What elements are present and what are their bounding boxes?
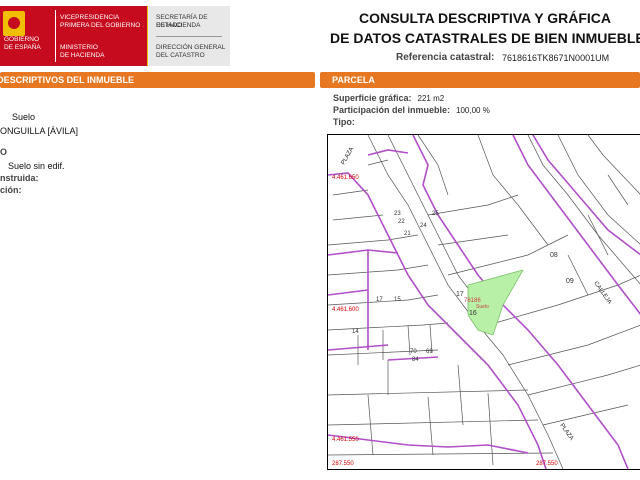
parcel-number: 25 <box>432 211 439 217</box>
parcel-type-label: Suelo <box>476 304 489 310</box>
coat-of-arms-icon <box>3 11 25 36</box>
ref-catastral-value: 7618616TK8671N0001UM <box>502 53 610 63</box>
logo-ministry-line2: DE HACIENDA <box>60 52 105 59</box>
logo-grey-divider <box>156 36 222 37</box>
participacion-row: Participación del inmueble: 100,00 % <box>333 105 490 115</box>
localizacion-value: ONGUILLA [ÁVILA] <box>0 126 79 136</box>
logo-divider <box>55 10 56 62</box>
logo-vp-line1: VICEPRESIDENCIA <box>60 14 120 21</box>
parcel-number: 08 <box>550 252 558 259</box>
superficie-grafica-value: 221 m2 <box>417 94 445 103</box>
parcel-number: 17 <box>376 297 383 303</box>
tipo-label: Tipo: <box>333 117 355 127</box>
parcel-number: 14 <box>352 329 359 335</box>
coord-label: 4.461.600 <box>332 307 359 313</box>
parcel-number: 69 <box>426 349 433 355</box>
participacion-value: 100,00 % <box>456 106 490 115</box>
map-coordinate-labels: 4.461.650 4.461.600 4.461.550 287.550 28… <box>332 175 558 467</box>
ref-catastral-label: Referencia catastral: <box>396 52 495 63</box>
participacion-label: Participación del inmueble: <box>333 105 451 115</box>
descriptive-data-section-label: DATOS DESCRIPTIVOS DEL INMUEBLE <box>0 75 135 85</box>
logo-country-line2: DE ESPAÑA <box>4 44 41 51</box>
logo-ministry-line1: MINISTERIO <box>60 44 98 51</box>
uso-value: Suelo sin edif. <box>8 161 65 171</box>
logo-directorate-line2: DEL CATASTRO <box>156 52 205 59</box>
parcel-number: 22 <box>398 219 405 225</box>
street-label: PLAZA <box>341 147 356 166</box>
clase-value: Suelo <box>12 112 36 122</box>
superficie-grafica-label: Superficie gráfica: <box>333 93 412 103</box>
document-title-line2: DE DATOS CATASTRALES DE BIEN INMUEBLE <box>330 30 640 46</box>
descriptive-data-section-title: DATOS DESCRIPTIVOS DEL INMUEBLE <box>0 72 315 88</box>
logo-country-line1: GOBIERNO <box>4 36 40 43</box>
logo-directorate-line1: DIRECCIÓN GENERAL <box>156 44 226 51</box>
superficie-construida-label: nstruida: <box>0 173 39 183</box>
street-label: CALLEJA <box>592 281 612 306</box>
logo-red-block: GOBIERNO DE ESPAÑA VICEPRESIDENCIA PRIME… <box>0 6 147 66</box>
logo-secretary-line2: DE HACIENDA <box>156 22 201 29</box>
parcel-number: 09 <box>566 278 574 285</box>
street-label: PLAZA <box>558 423 574 442</box>
logo-vp-line2: PRIMERA DEL GOBIERNO <box>60 22 141 29</box>
superficie-grafica-row: Superficie gráfica: 221 m2 <box>333 93 444 103</box>
document-title-line1: CONSULTA DESCRIPTIVA Y GRÁFICA <box>358 10 611 26</box>
cadastral-map-svg: 4.461.650 4.461.600 4.461.550 287.550 28… <box>328 135 640 469</box>
document-title: CONSULTA DESCRIPTIVA Y GRÁFICA DE DATOS … <box>330 8 640 48</box>
uso-heading: O <box>0 147 8 157</box>
coord-label: 287.550 <box>332 461 354 467</box>
coord-label: 4.461.550 <box>332 437 359 443</box>
parcel-number: 84 <box>412 357 419 363</box>
tipo-row: Tipo: <box>333 117 361 127</box>
parcel-number: 24 <box>420 223 427 229</box>
parcel-number: 70 <box>410 349 417 355</box>
parcel-number: 15 <box>394 297 401 303</box>
coord-label: 287.550 <box>536 461 558 467</box>
parcela-section-title: PARCELA <box>320 72 640 88</box>
government-logo: GOBIERNO DE ESPAÑA VICEPRESIDENCIA PRIME… <box>0 6 230 66</box>
parcel-number: 16 <box>469 310 477 317</box>
ano-construccion-label: ción: <box>0 185 22 195</box>
coord-label: 4.461.650 <box>332 175 359 181</box>
parcel-number: 21 <box>404 231 411 237</box>
parcel-number: 17 <box>456 291 464 298</box>
parcel-number: 23 <box>394 211 401 217</box>
logo-grey-block: SECRETARÍA DE ESTADO DE HACIENDA DIRECCI… <box>148 6 230 66</box>
cadastral-map[interactable]: 4.461.650 4.461.600 4.461.550 287.550 28… <box>327 134 640 470</box>
